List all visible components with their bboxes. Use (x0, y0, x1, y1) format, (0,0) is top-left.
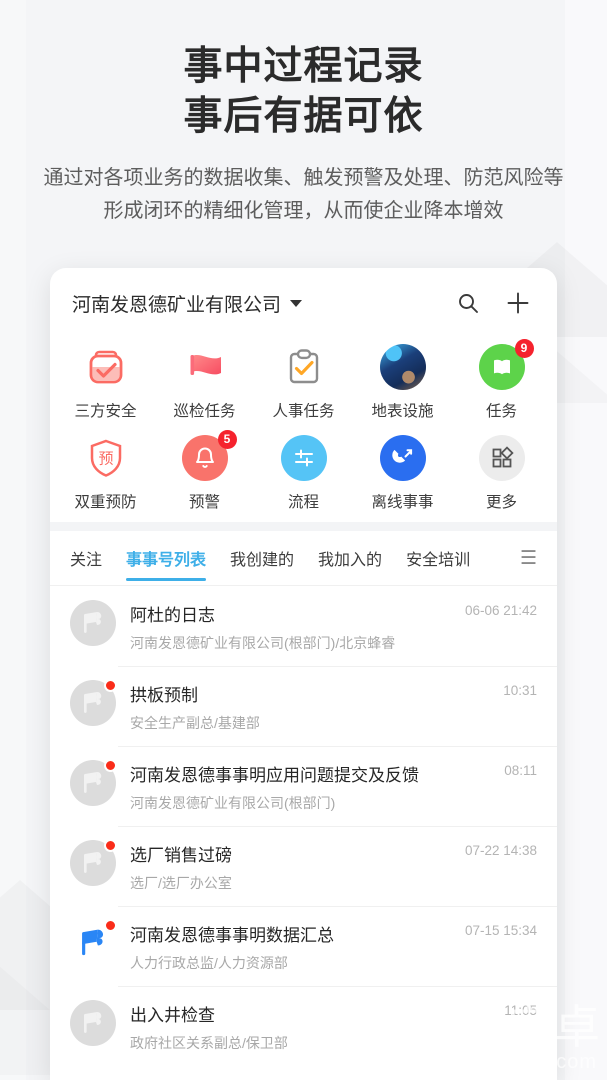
shortcut-label: 双重预防 (74, 494, 137, 511)
shortcut-three-party-safety[interactable]: 三方安全 (56, 344, 155, 421)
list-item[interactable]: 阿杜的日志 河南发恩德矿业有限公司(根部门)/北京蜂睿 06-06 21:42 (50, 586, 557, 666)
tab-bar: 关注 事事号列表 我创建的 我加入的 安全培训 ☰ (50, 531, 557, 585)
green-book-icon: 9 (478, 339, 534, 390)
list-item[interactable]: 出入井检查 政府社区关系副总/保卫部 11:05 (50, 986, 557, 1066)
unread-dot (104, 919, 117, 932)
app-header: 河南发恩德矿业有限公司 (50, 268, 557, 330)
org-selector[interactable]: 河南发恩德矿业有限公司 (72, 290, 303, 317)
avatar-wrap (70, 679, 117, 726)
promo-subtext-line1: 通过对各项业务的数据收集、触发预警及处理、防范风险等 (43, 167, 564, 189)
list-item[interactable]: 拱板预制 安全生产副总/基建部 10:31 (50, 666, 557, 746)
unread-dot (104, 839, 117, 852)
list-item-subtitle: 河南发恩德矿业有限公司(根部门)/北京蜂睿 (130, 635, 396, 651)
tab-created-by-me[interactable]: 我创建的 (230, 531, 294, 585)
badge-count: 9 (514, 339, 534, 358)
shortcut-more[interactable]: 更多 (452, 435, 551, 512)
app-screenshot-card: 河南发恩德矿业有限公司 三方安全 巡检任务 人事任务 地表设施 9 任务 预 双… (50, 268, 557, 1080)
promo-section: 事中过程记录 事后有据可依 通过对各项业务的数据收集、触发预警及处理、防范风险等… (0, 42, 607, 228)
avatar-wrap (70, 1000, 116, 1046)
section-divider (50, 522, 557, 531)
list-item-subtitle: 河南发恩德矿业有限公司(根部门) (130, 795, 336, 811)
shortcut-inspection-task[interactable]: 巡检任务 (155, 344, 254, 421)
shortcut-label: 流程 (287, 494, 319, 511)
shortcut-dual-prevention[interactable]: 预 双重预防 (56, 435, 155, 512)
list-item-body: 阿杜的日志 河南发恩德矿业有限公司(根部门)/北京蜂睿 (130, 600, 455, 653)
satellite-dish-icon (379, 435, 426, 481)
grey-clipboard-check-icon (281, 344, 327, 390)
tab-shishi-list[interactable]: 事事号列表 (126, 531, 207, 585)
list-item-time: 11:05 (504, 1003, 537, 1018)
red-clipboard-check-icon (83, 344, 129, 390)
hamburger-icon[interactable]: ☰ (520, 549, 537, 568)
tab-safety-training[interactable]: 安全培训 (406, 531, 470, 585)
shield-yu-icon: 预 (83, 435, 129, 481)
svg-text:预: 预 (98, 451, 113, 468)
list-item-body: 拱板预制 安全生产副总/基建部 (130, 680, 493, 733)
shortcut-hr-task[interactable]: 人事任务 (254, 344, 353, 421)
list-item-body: 出入井检查 政府社区关系副总/保卫部 (130, 1000, 494, 1053)
shortcut-label: 预警 (188, 494, 220, 511)
bell-icon: 5 (181, 430, 237, 481)
earth-satellite-icon (379, 344, 426, 390)
promo-headline-line1: 事中过程记录 (183, 45, 424, 88)
sliders-icon (280, 435, 327, 481)
avatar (70, 1000, 116, 1046)
avatar-wrap (70, 839, 117, 886)
red-flag-icon (182, 344, 228, 390)
list-item-title: 出入井检查 (130, 1006, 215, 1025)
unread-dot (104, 679, 117, 692)
shortcut-alert[interactable]: 5 预警 (155, 430, 254, 512)
list-item-title: 阿杜的日志 (130, 606, 215, 625)
list-item-title: 选厂销售过磅 (130, 846, 232, 865)
shortcut-process[interactable]: 流程 (254, 435, 353, 512)
list-item-title: 河南发恩德事事明数据汇总 (130, 926, 334, 945)
list-item[interactable]: 河南发恩德事事明应用问题提交及反馈 河南发恩德矿业有限公司(根部门) 08:11 (50, 746, 557, 826)
shortcut-label: 巡检任务 (173, 403, 236, 420)
list-item-time: 06-06 21:42 (464, 603, 537, 618)
unread-dot (104, 759, 117, 772)
shortcut-label: 三方安全 (74, 403, 137, 420)
list-item-subtitle: 人力行政总监/人力资源部 (130, 955, 288, 971)
feed-list: 阿杜的日志 河南发恩德矿业有限公司(根部门)/北京蜂睿 06-06 21:42 … (50, 585, 557, 1066)
badge-count: 5 (217, 430, 237, 449)
tab-joined-by-me[interactable]: 我加入的 (318, 531, 382, 585)
list-item-body: 河南发恩德事事明应用问题提交及反馈 河南发恩德矿业有限公司(根部门) (130, 760, 494, 813)
shortcut-offline[interactable]: 离线事事 (353, 435, 452, 512)
tab-follow[interactable]: 关注 (70, 531, 102, 585)
org-name-label: 河南发恩德矿业有限公司 (72, 294, 282, 316)
list-item-title: 河南发恩德事事明应用问题提交及反馈 (130, 766, 419, 785)
shortcut-label: 人事任务 (272, 403, 335, 420)
shortcut-label: 更多 (485, 494, 517, 511)
list-item-time: 07-15 15:34 (464, 923, 537, 938)
avatar-wrap (70, 759, 117, 806)
avatar-wrap (70, 600, 116, 646)
list-item-time: 07-22 14:38 (464, 843, 537, 858)
list-item-body: 选厂销售过磅 选厂/选厂办公室 (130, 840, 455, 893)
search-icon[interactable] (451, 286, 485, 320)
list-item-time: 08:11 (504, 763, 537, 778)
list-item-body: 河南发恩德事事明数据汇总 人力行政总监/人力资源部 (130, 920, 455, 973)
chevron-down-icon (290, 299, 303, 307)
list-item-time: 10:31 (503, 683, 537, 698)
shortcut-surface-facility[interactable]: 地表设施 (353, 344, 452, 421)
avatar-wrap (70, 919, 117, 966)
plus-icon[interactable] (501, 286, 535, 320)
shortcut-label: 地表设施 (371, 403, 434, 420)
promo-headline-line2: 事后有据可依 (183, 95, 424, 138)
list-item[interactable]: 河南发恩德事事明数据汇总 人力行政总监/人力资源部 07-15 15:34 (50, 906, 557, 986)
list-item-subtitle: 选厂/选厂办公室 (130, 875, 232, 891)
shortcut-label: 任务 (485, 403, 517, 420)
shortcut-label: 离线事事 (371, 494, 434, 511)
shortcut-grid: 三方安全 巡检任务 人事任务 地表设施 9 任务 预 双重预防 5 预警 流程 … (50, 330, 557, 522)
promo-headline: 事中过程记录 事后有据可依 (0, 42, 607, 142)
promo-subtext-line2: 形成闭环的精细化管理，从而使企业降本增效 (103, 200, 504, 222)
promo-subtext: 通过对各项业务的数据收集、触发预警及处理、防范风险等 形成闭环的精细化管理，从而… (0, 162, 607, 228)
list-item-subtitle: 安全生产副总/基建部 (130, 715, 260, 731)
avatar (70, 600, 116, 646)
grid-more-icon (478, 435, 525, 481)
list-item-title: 拱板预制 (130, 686, 198, 705)
list-item-subtitle: 政府社区关系副总/保卫部 (130, 1035, 288, 1051)
shortcut-task[interactable]: 9 任务 (452, 339, 551, 421)
list-item[interactable]: 选厂销售过磅 选厂/选厂办公室 07-22 14:38 (50, 826, 557, 906)
